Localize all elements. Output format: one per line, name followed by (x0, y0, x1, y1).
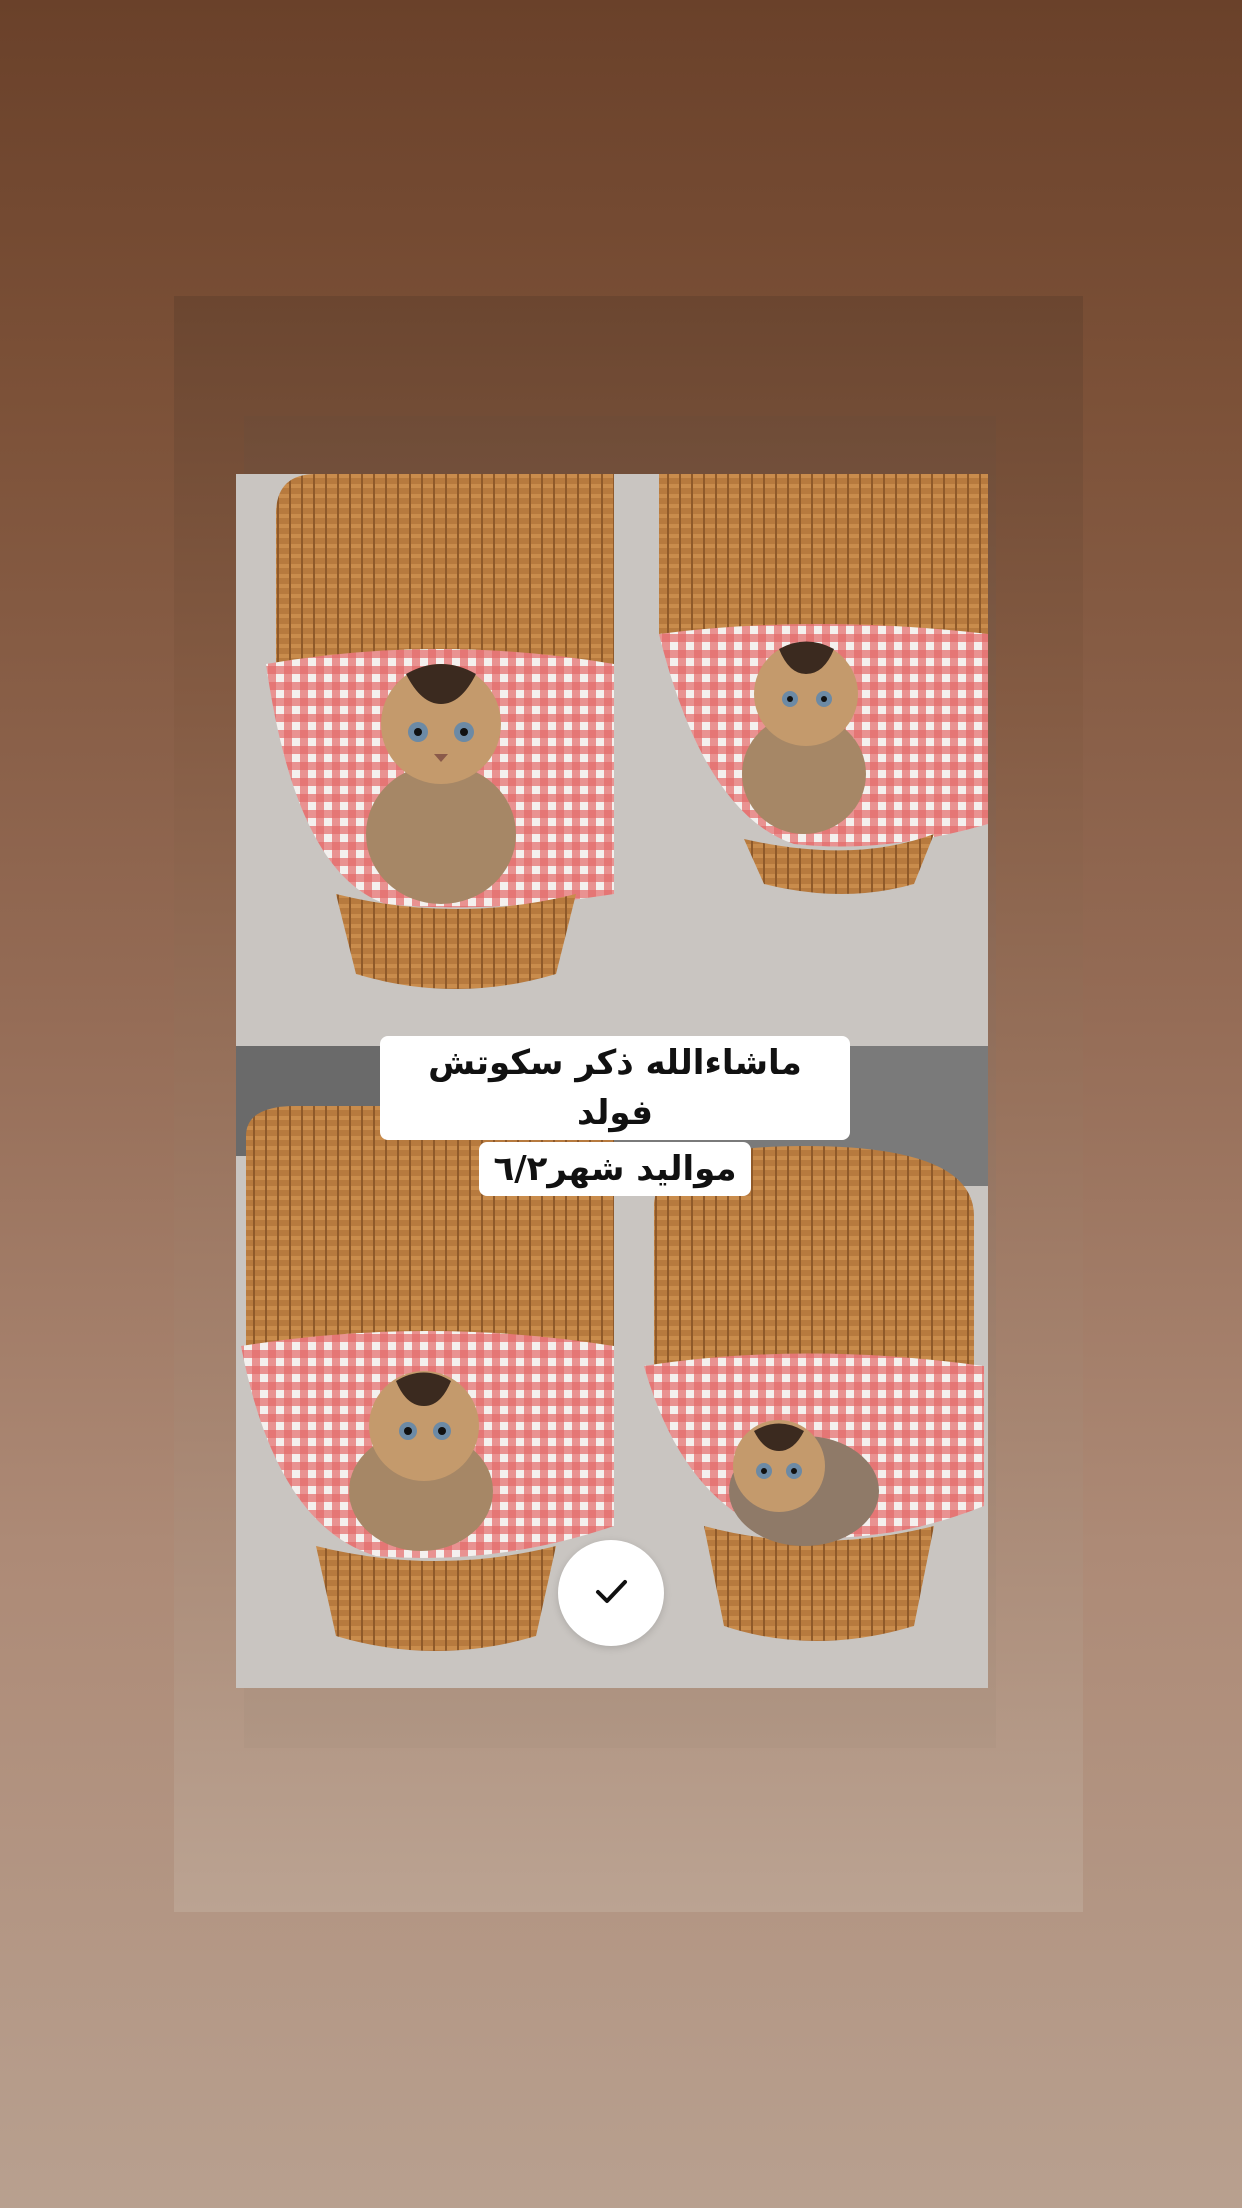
confirm-button[interactable] (558, 1540, 664, 1646)
check-icon (591, 1571, 631, 1615)
kitten-basket-photo-1 (236, 474, 614, 1046)
kitten-basket-photo-2 (614, 474, 988, 1046)
caption-line-2: مواليد شهر٦/٢ (479, 1142, 751, 1196)
story-caption[interactable]: ماشاءالله ذكر سكوتش فولد مواليد شهر٦/٢ (380, 1036, 850, 1196)
caption-line-1: ماشاءالله ذكر سكوتش فولد (380, 1036, 850, 1140)
